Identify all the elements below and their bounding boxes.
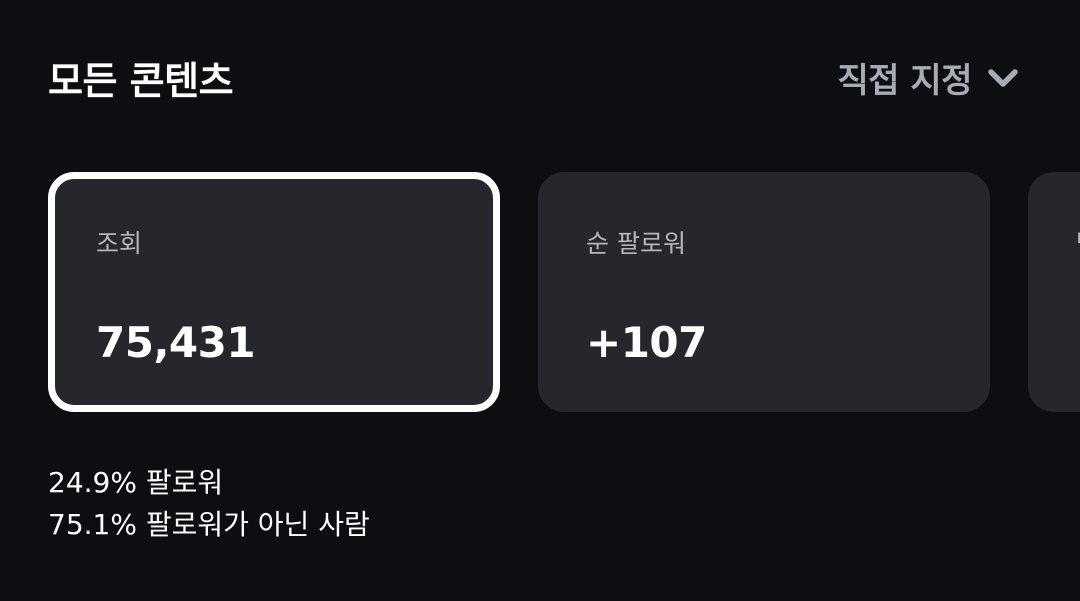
- insights-page: 모든 콘텐츠 직접 지정 조회 75,431 순 팔로워 +107 방 + 24…: [0, 0, 1080, 601]
- metric-value: 75,431: [96, 318, 256, 367]
- metric-label: 방: [1076, 224, 1080, 260]
- metric-value: +: [1076, 318, 1080, 367]
- audience-breakdown: 24.9% 팔로워 75.1% 팔로워가 아닌 사람: [48, 462, 370, 546]
- metric-card-partial[interactable]: 방 +: [1028, 172, 1080, 412]
- non-followers-share: 75.1% 팔로워가 아닌 사람: [48, 508, 370, 541]
- metric-label: 조회: [96, 229, 143, 258]
- page-title: 모든 콘텐츠: [48, 59, 234, 103]
- metric-label: 순 팔로워: [586, 229, 686, 258]
- metric-card-net-followers[interactable]: 순 팔로워 +107: [538, 172, 990, 412]
- metric-card-views[interactable]: 조회 75,431: [48, 172, 500, 412]
- followers-share: 24.9% 팔로워: [48, 466, 224, 499]
- date-range-label: 직접 지정: [837, 61, 973, 101]
- chevron-down-icon: [988, 68, 1018, 87]
- metric-cards: 조회 75,431 순 팔로워 +107 방 +: [48, 172, 1080, 412]
- metric-value: +107: [586, 318, 707, 367]
- date-range-dropdown[interactable]: 직접 지정: [838, 53, 1018, 102]
